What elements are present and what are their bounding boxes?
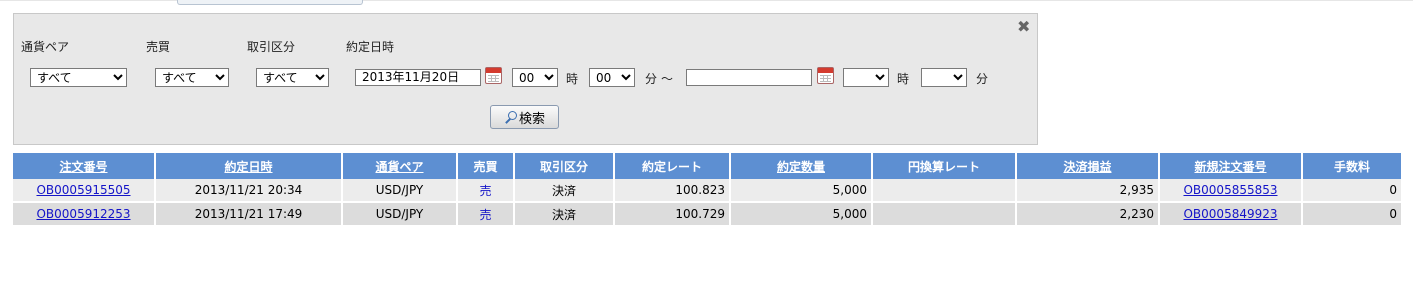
close-icon[interactable]: ✖ — [1017, 19, 1030, 35]
yen-rate-cell — [872, 179, 1017, 203]
execution-results-table: 注文番号 約定日時 通貨ペア 売買 取引区分 約定レート 約定数量 円換算レート… — [13, 153, 1403, 227]
hour-unit-label: 時 — [897, 72, 910, 86]
order-number-link[interactable]: OB0005915505 — [36, 183, 130, 197]
new-order-number-link[interactable]: OB0005849923 — [1183, 207, 1277, 221]
executed-at-cell: 2013/11/21 17:49 — [155, 202, 343, 227]
col-execution-rate: 約定レート — [614, 153, 731, 179]
top-tab-stub[interactable] — [177, 0, 363, 5]
search-icon — [504, 110, 517, 124]
currency-pair-cell: USD/JPY — [342, 202, 458, 227]
col-new-order-number[interactable]: 新規注文番号 — [1159, 153, 1303, 179]
search-button[interactable]: 検索 — [490, 105, 559, 129]
settlement-pl-cell: 2,935 — [1016, 179, 1160, 203]
table-row: OB0005912253 2013/11/21 17:49 USD/JPY 売 … — [13, 202, 1403, 227]
currency-pair-label: 通貨ペア — [21, 40, 70, 54]
search-panel: ✖ 通貨ペア 売買 取引区分 約定日時 すべて すべて すべて 2013年11月… — [13, 13, 1038, 145]
search-button-label: 検索 — [518, 111, 545, 127]
side-value: 売 — [479, 183, 492, 198]
minute-unit-label: 分 — [645, 72, 658, 86]
to-minute-select[interactable] — [921, 68, 967, 87]
side-value: 売 — [479, 207, 492, 222]
order-number-cell[interactable]: OB0005915505 — [13, 179, 156, 203]
from-date-input[interactable]: 2013年11月20日 — [355, 69, 481, 86]
execution-quantity-cell: 5,000 — [730, 202, 873, 227]
currency-pair-cell: USD/JPY — [342, 179, 458, 203]
col-yen-rate: 円換算レート — [872, 153, 1017, 179]
executed-at-label: 約定日時 — [346, 40, 395, 54]
range-separator: ～ — [661, 72, 674, 86]
fee-cell: 0 — [1302, 202, 1403, 227]
table-header-row: 注文番号 約定日時 通貨ペア 売買 取引区分 約定レート 約定数量 円換算レート… — [13, 153, 1403, 179]
minute-unit-label: 分 — [976, 72, 989, 86]
from-hour-select[interactable]: 00 — [512, 68, 558, 87]
from-minute-select[interactable]: 00 — [589, 68, 635, 87]
trade-type-cell: 決済 — [514, 202, 615, 227]
execution-rate-cell: 100.729 — [614, 202, 731, 227]
currency-pair-select[interactable]: すべて — [30, 68, 127, 87]
col-currency-pair[interactable]: 通貨ペア — [342, 153, 458, 179]
to-hour-select[interactable] — [843, 68, 889, 87]
calendar-icon[interactable] — [817, 67, 834, 84]
trade-type-label: 取引区分 — [247, 40, 296, 54]
col-fee: 手数料 — [1302, 153, 1403, 179]
side-cell: 売 — [457, 202, 515, 227]
order-number-link[interactable]: OB0005912253 — [36, 207, 130, 221]
order-number-cell[interactable]: OB0005912253 — [13, 202, 156, 227]
side-select[interactable]: すべて — [155, 68, 229, 87]
side-cell: 売 — [457, 179, 515, 203]
new-order-number-cell[interactable]: OB0005849923 — [1159, 202, 1303, 227]
col-settlement-pl[interactable]: 決済損益 — [1016, 153, 1160, 179]
fee-cell: 0 — [1302, 179, 1403, 203]
executed-at-cell: 2013/11/21 20:34 — [155, 179, 343, 203]
col-order-number[interactable]: 注文番号 — [13, 153, 156, 179]
table-row: OB0005915505 2013/11/21 20:34 USD/JPY 売 … — [13, 179, 1403, 203]
col-executed-at[interactable]: 約定日時 — [155, 153, 343, 179]
execution-rate-cell: 100.823 — [614, 179, 731, 203]
col-side: 売買 — [457, 153, 515, 179]
col-trade-type: 取引区分 — [514, 153, 615, 179]
side-label: 売買 — [146, 40, 171, 54]
trade-type-select[interactable]: すべて — [256, 68, 329, 87]
hour-unit-label: 時 — [566, 72, 579, 86]
new-order-number-link[interactable]: OB0005855853 — [1183, 183, 1277, 197]
settlement-pl-cell: 2,230 — [1016, 202, 1160, 227]
execution-quantity-cell: 5,000 — [730, 179, 873, 203]
yen-rate-cell — [872, 202, 1017, 227]
new-order-number-cell[interactable]: OB0005855853 — [1159, 179, 1303, 203]
calendar-icon[interactable] — [485, 67, 502, 84]
to-date-input[interactable] — [686, 69, 812, 86]
trade-type-cell: 決済 — [514, 179, 615, 203]
col-execution-quantity[interactable]: 約定数量 — [730, 153, 873, 179]
